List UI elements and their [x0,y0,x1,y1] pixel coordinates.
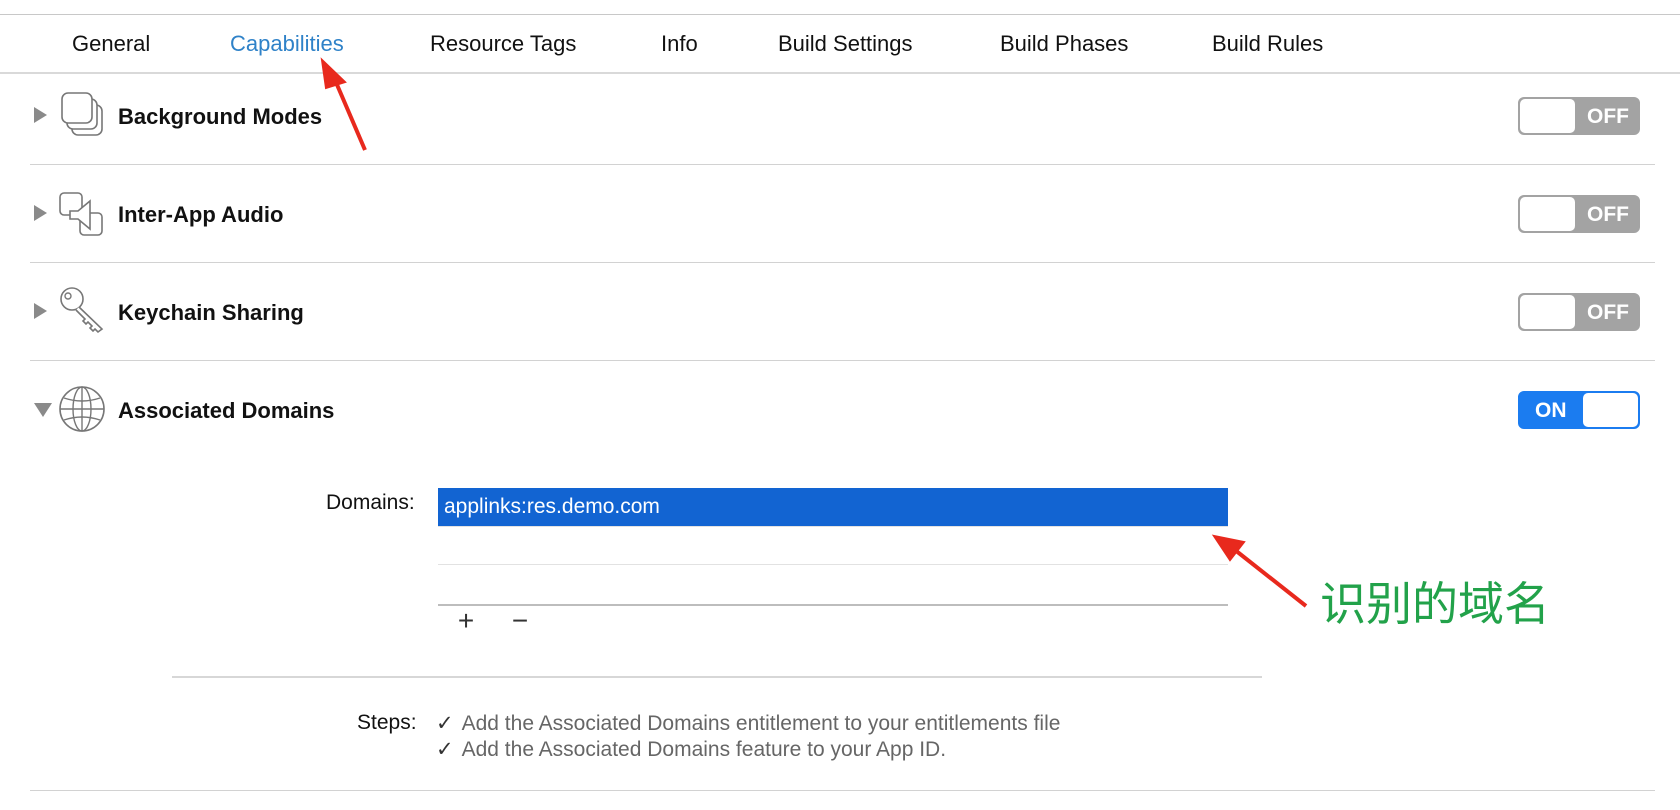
checkmark-icon: ✓ [436,738,454,761]
globe-icon [59,386,105,432]
keychain-sharing-toggle[interactable]: OFF [1518,293,1640,331]
inter-app-audio-icon [59,192,103,236]
toggle-knob [1520,295,1575,329]
step-item: ✓ Add the Associated Domains feature to y… [436,737,946,762]
tab-build-rules[interactable]: Build Rules [1212,31,1323,57]
disclosure-triangle[interactable] [34,107,47,123]
tab-info[interactable]: Info [661,31,698,57]
step-item: ✓ Add the Associated Domains entitlement … [436,711,1060,736]
capability-title: Background Modes [118,104,323,129]
step-text: Add the Associated Domains entitlement t… [461,712,1061,735]
domains-label: Domains: [326,491,415,514]
toggle-knob [1520,197,1575,231]
annotation-label: 识别的域名 [1320,577,1550,631]
checkmark-icon: ✓ [436,712,454,735]
capability-title: Keychain Sharing [118,300,304,325]
tab-build-phases[interactable]: Build Phases [1000,31,1128,57]
disclosure-triangle[interactable] [34,303,47,319]
list-row-divider [438,526,1228,527]
list-bottom-border [438,604,1228,606]
toggle-state-label: OFF [1587,301,1629,324]
tab-general[interactable]: General [72,31,150,57]
disclosure-triangle[interactable] [34,205,47,221]
tab-bar: General Capabilities Resource Tags Info … [0,15,1680,73]
toggle-knob [1520,99,1575,133]
inter-app-audio-toggle[interactable]: OFF [1518,195,1640,233]
domain-list-item[interactable]: applinks:res.demo.com [438,488,1228,526]
list-row-divider [438,564,1228,565]
capability-row-inter-app-audio: Inter-App Audio OFF [30,165,1655,263]
toggle-state-label: OFF [1587,203,1629,226]
background-modes-toggle[interactable]: OFF [1518,97,1640,135]
capability-title: Associated Domains [118,398,335,423]
tab-capabilities[interactable]: Capabilities [230,31,344,57]
capability-title: Inter-App Audio [118,202,284,227]
row-divider [30,790,1655,791]
remove-domain-button[interactable]: − [505,606,535,636]
capability-row-associated-domains: Associated Domains ON [30,361,1655,459]
key-icon [60,287,104,334]
step-text: Add the Associated Domains feature to yo… [461,738,947,761]
steps-label: Steps: [357,711,417,734]
section-divider [172,676,1262,678]
capability-row-background-modes: Background Modes OFF [30,67,1655,165]
disclosure-triangle[interactable] [34,403,52,417]
domain-value: applinks:res.demo.com [444,495,660,518]
add-domain-button[interactable]: + [451,606,481,636]
tab-build-settings[interactable]: Build Settings [778,31,913,57]
toggle-knob [1583,393,1638,427]
background-modes-icon [61,92,103,136]
capability-row-keychain-sharing: Keychain Sharing OFF [30,263,1655,361]
domains-list[interactable]: applinks:res.demo.com [438,488,1228,606]
toggle-state-label: ON [1535,399,1567,422]
toggle-state-label: OFF [1587,105,1629,128]
tab-resource-tags[interactable]: Resource Tags [430,31,576,57]
associated-domains-toggle[interactable]: ON [1518,391,1640,429]
